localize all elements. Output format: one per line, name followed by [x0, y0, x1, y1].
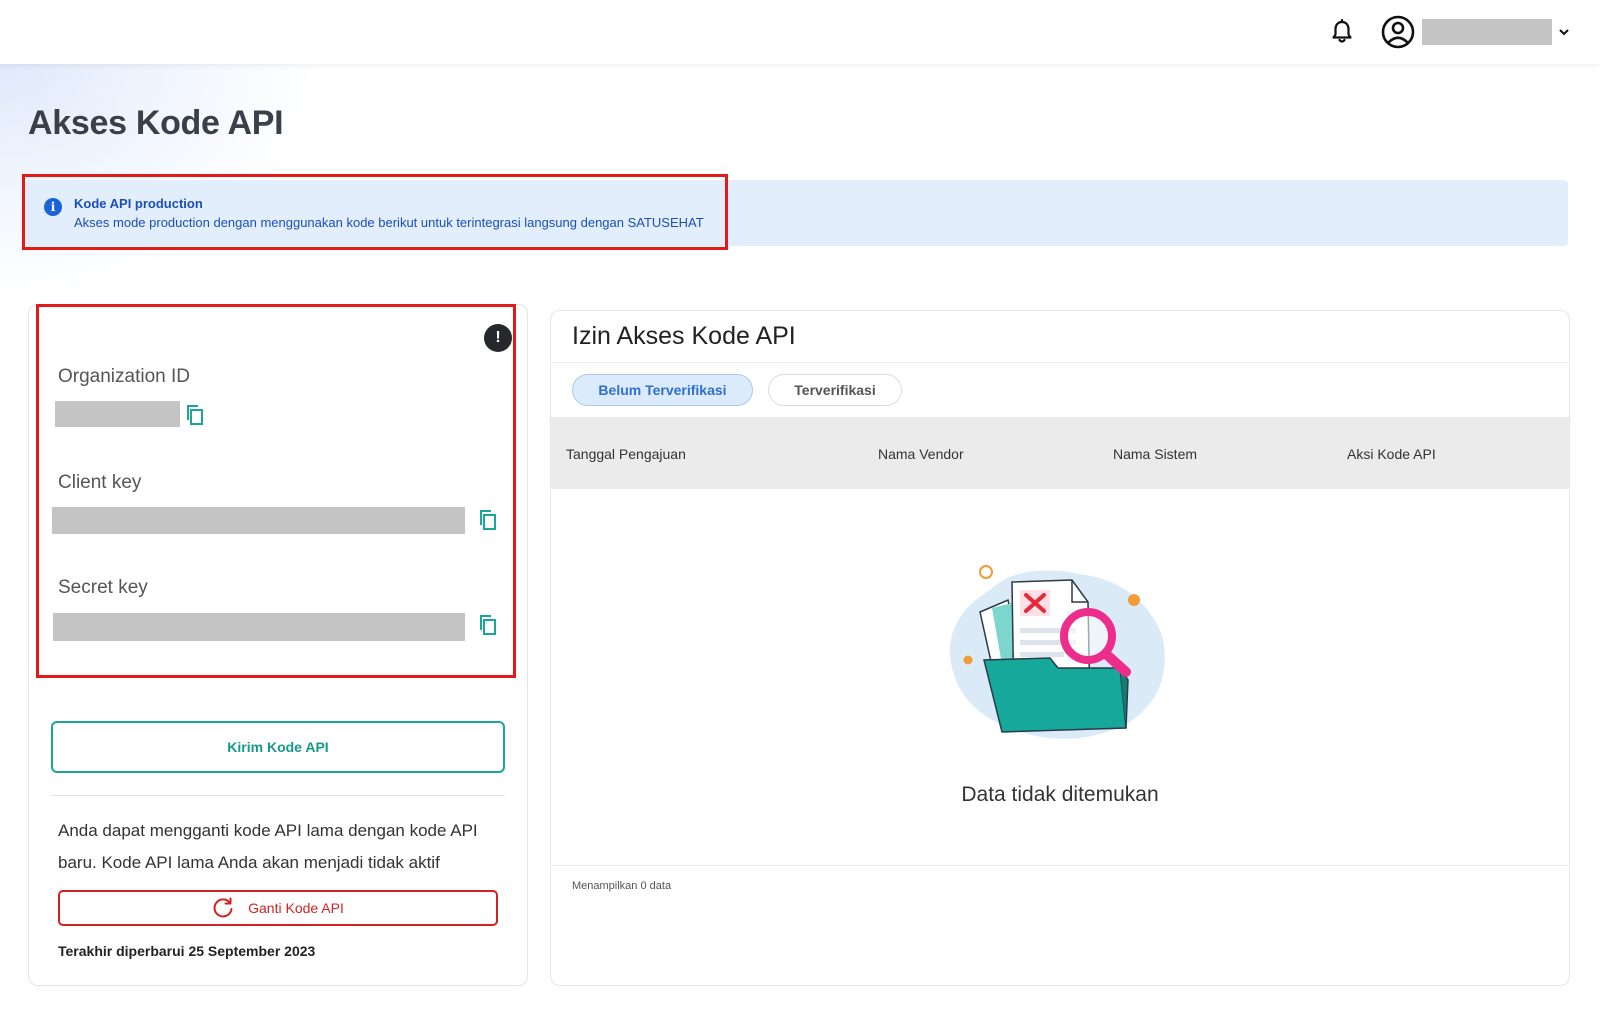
last-updated-text: Terakhir diperbarui 25 September 2023: [58, 943, 316, 959]
send-api-key-button[interactable]: Kirim Kode API: [51, 721, 505, 773]
page-title: Akses Kode API: [28, 104, 284, 142]
info-highlight-box: [22, 174, 728, 250]
keys-highlight-box: [36, 304, 516, 678]
column-header-vendor: Nama Vendor: [878, 446, 964, 462]
empty-state-illustration: [940, 560, 1170, 740]
top-navbar: [0, 0, 1600, 64]
divider: [51, 795, 505, 796]
replace-api-key-label: Ganti Kode API: [248, 900, 344, 916]
replace-api-key-button[interactable]: Ganti Kode API: [58, 890, 498, 926]
column-header-system: Nama Sistem: [1113, 446, 1198, 462]
tab-verified[interactable]: Terverifikasi: [768, 374, 902, 406]
tab-unverified[interactable]: Belum Terverifikasi: [572, 374, 753, 406]
column-header-action: Aksi Kode API: [1347, 446, 1436, 462]
data-count-text: Menampilkan 0 data: [572, 880, 672, 892]
refresh-icon: [212, 897, 234, 919]
column-header-date: Tanggal Pengajuan: [566, 446, 686, 462]
user-name-redacted[interactable]: [1422, 19, 1552, 45]
replace-key-description: Anda dapat mengganti kode API lama denga…: [58, 821, 478, 872]
user-circle-icon[interactable]: [1380, 14, 1416, 50]
empty-state-text: Data tidak ditemukan: [961, 783, 1159, 806]
divider: [551, 865, 1569, 866]
bell-icon[interactable]: [1328, 18, 1356, 46]
divider: [551, 362, 1569, 363]
chevron-down-icon[interactable]: [1556, 24, 1572, 40]
permissions-title: Izin Akses Kode API: [572, 322, 796, 350]
